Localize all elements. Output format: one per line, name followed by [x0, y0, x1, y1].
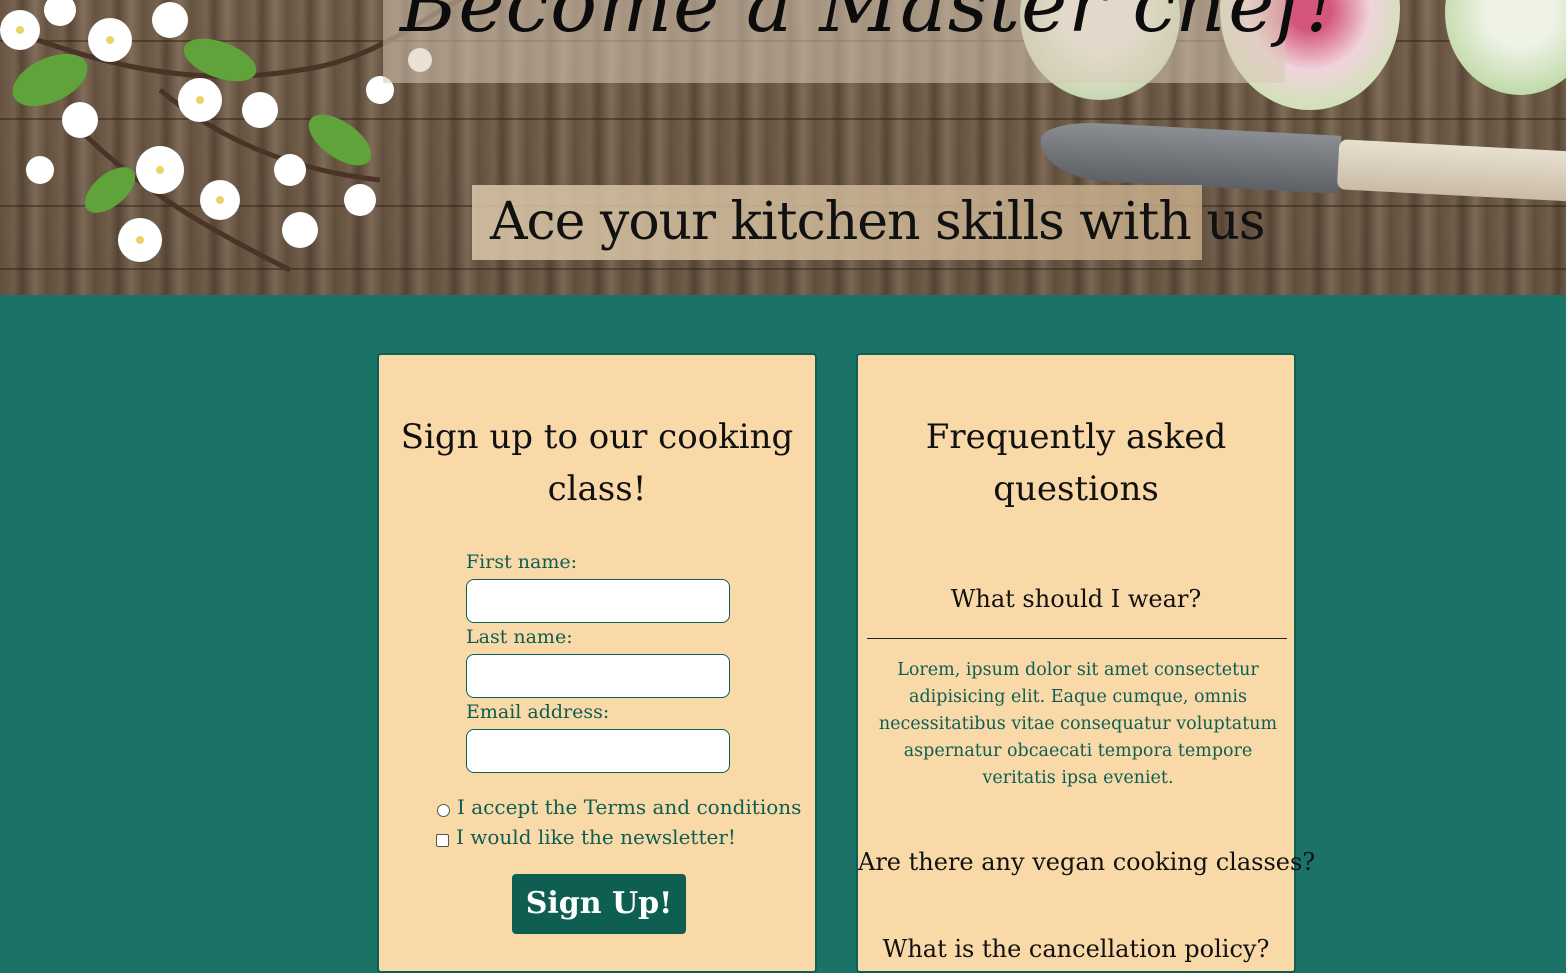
first-name-input[interactable] — [466, 579, 730, 623]
signup-heading-line2: class! — [547, 469, 647, 509]
faq-heading: Frequently asked — [925, 417, 1227, 457]
faq-question[interactable]: What is the cancellation policy? — [858, 935, 1294, 963]
faq-question[interactable]: What should I wear? — [858, 585, 1294, 613]
newsletter-label: I would like the newsletter! — [456, 825, 736, 849]
faq-card: Frequently asked questions What should I… — [856, 353, 1315, 973]
newsletter-checkbox[interactable] — [436, 834, 449, 847]
faq-divider — [867, 638, 1287, 639]
radish-slice-image — [1445, 0, 1566, 95]
signup-card: Sign up to our cooking class! First name… — [377, 353, 817, 973]
terms-label: I accept the Terms and conditions — [457, 795, 802, 819]
faq-heading-line2: questions — [993, 469, 1159, 509]
last-name-label: Last name: — [466, 626, 573, 648]
faq-question[interactable]: Are there any vegan cooking classes? — [858, 848, 1315, 876]
knife-handle-image — [1336, 139, 1566, 203]
hero-title: Become a Master chef! — [400, 0, 1338, 50]
email-label: Email address: — [466, 701, 610, 723]
faq-answer: Lorem, ipsum dolor sit amet consectetur … — [878, 660, 1278, 788]
knife-image — [1038, 120, 1342, 194]
hero-subtitle: Ace your kitchen skills with us — [490, 192, 1266, 252]
signup-heading: Sign up to our cooking — [400, 417, 794, 457]
first-name-label: First name: — [466, 551, 577, 573]
terms-radio[interactable] — [437, 804, 450, 817]
email-input[interactable] — [466, 729, 730, 773]
signup-button[interactable]: Sign Up! — [512, 874, 686, 934]
last-name-input[interactable] — [466, 654, 730, 698]
